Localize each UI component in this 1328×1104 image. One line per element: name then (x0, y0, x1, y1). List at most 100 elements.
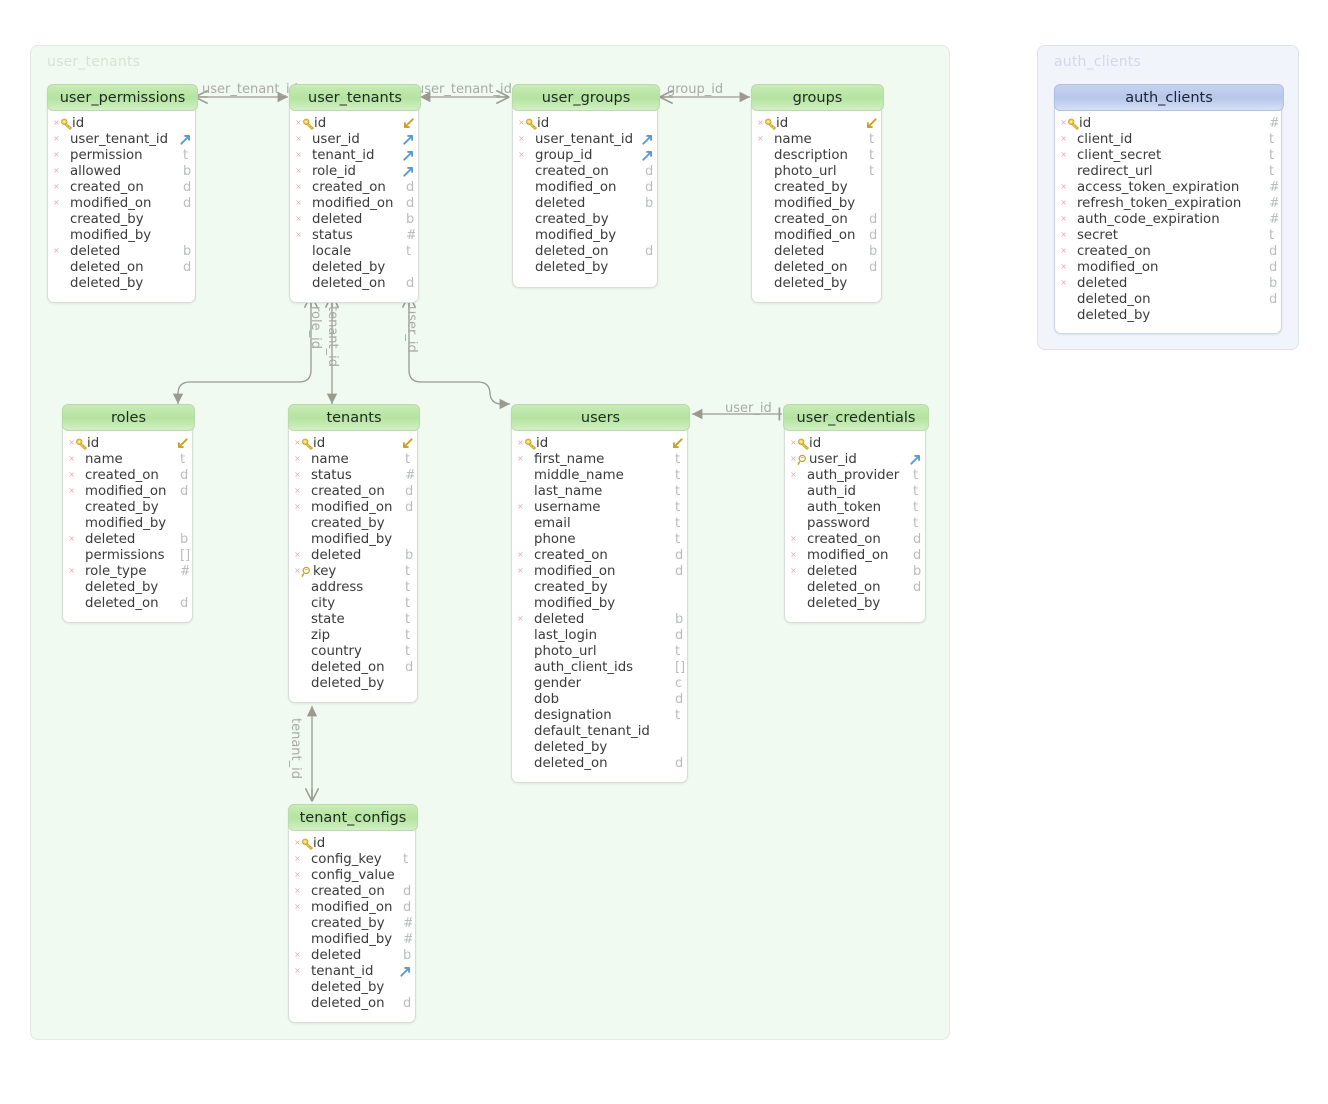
field-row: modified_on d (513, 180, 657, 196)
field-row: created_on d (513, 164, 657, 180)
field-type: d (869, 260, 878, 275)
field-row: city t (289, 596, 417, 612)
field-row: created_by (513, 212, 657, 228)
field-type: b (675, 612, 684, 627)
relation-label-user-tenants-tenants: tenant_id (325, 306, 340, 368)
required-marker-icon: × (757, 118, 764, 127)
foreign-key-icon (640, 148, 655, 163)
field-row: last_login d (512, 628, 687, 644)
field-row: × created_on d (289, 884, 415, 900)
field-row: × tenant_id (289, 964, 415, 980)
required-marker-icon: × (757, 134, 764, 143)
required-marker-icon: × (1060, 278, 1067, 287)
field-row: deleted_by (785, 596, 925, 612)
required-marker-icon: × (517, 454, 524, 463)
incoming-reference-icon (401, 116, 416, 131)
field-name: tenant_id (312, 148, 375, 163)
relation-label-user-tenants-users: user_id (404, 306, 419, 353)
field-type: d (403, 996, 412, 1011)
table-title-auth-clients: auth_clients (1054, 84, 1284, 111)
field-row: deleted_on d (63, 596, 192, 612)
incoming-reference-icon (175, 436, 190, 451)
field-type: # (180, 564, 189, 580)
table-users[interactable]: users × id × first_name t middle_name t last_na… (511, 404, 690, 783)
table-user-permissions[interactable]: user_permissions × id × user_tenant_id × perm… (47, 84, 198, 303)
relation-label-user-credentials-users: user_id (725, 401, 772, 416)
field-type: # (403, 932, 412, 948)
required-marker-icon: × (53, 166, 60, 175)
table-tenant-configs[interactable]: tenant_configs × id × config_key t × config_va… (288, 804, 418, 1023)
field-name: deleted_on (807, 580, 881, 595)
required-marker-icon: × (1060, 198, 1067, 207)
field-name: created_by (85, 500, 159, 515)
required-marker-icon: × (1060, 134, 1067, 143)
field-name: permission (70, 148, 143, 163)
field-name: modified_on (1077, 260, 1159, 275)
field-row: × id (513, 116, 657, 132)
field-row: default_tenant_id (512, 724, 687, 740)
table-roles[interactable]: roles × id × name t × created_on d × modified_on d… (62, 404, 195, 623)
table-title-groups: groups (751, 84, 884, 111)
table-fields-groups: × id × name t description t photo_url t created_b… (752, 112, 881, 299)
field-type: b (403, 948, 412, 963)
table-user-tenants[interactable]: user_tenants × id × user_id × tenant_id × role_… (289, 84, 421, 303)
field-name: photo_url (534, 644, 597, 659)
required-marker-icon: × (790, 566, 797, 575)
table-title-user-permissions: user_permissions (47, 84, 198, 111)
field-row: gender c (512, 676, 687, 692)
field-row: modified_by (63, 516, 192, 532)
field-row: deleted_by (63, 580, 192, 596)
table-tenants[interactable]: tenants ×id×namet×status#×created_ond×mo… (288, 404, 420, 703)
table-user-groups[interactable]: user_groups × id × user_tenant_id × group_id c… (512, 84, 660, 288)
field-name: auth_token (807, 500, 882, 515)
required-marker-icon: × (1060, 230, 1067, 239)
field-name: created_by (534, 580, 608, 595)
field-name: phone (534, 532, 576, 547)
table-auth-clients[interactable]: auth_clients ×id#×client_idt×client_secr… (1054, 84, 1284, 334)
table-title-user-tenants: user_tenants (289, 84, 421, 111)
foreign-key-icon (401, 164, 416, 179)
field-row: × modified_on d (289, 900, 415, 916)
required-marker-icon: × (294, 454, 301, 463)
field-row: deleted_on d (48, 260, 195, 276)
field-row: × auth_code_expiration # (1055, 212, 1281, 228)
field-name: modified_by (535, 228, 617, 243)
erd-canvas: user_tenants auth_clients user_tenant_id… (0, 0, 1328, 1104)
field-row: middle_name t (512, 468, 687, 484)
table-user-credentials[interactable]: user_credentials × id × user_id × auth_provid… (783, 404, 929, 623)
field-type: t (405, 612, 411, 627)
required-marker-icon: × (68, 534, 75, 543)
field-row: × role_id (290, 164, 418, 180)
field-type: t (1269, 164, 1275, 179)
field-type: t (675, 644, 681, 659)
field-type: d (1269, 260, 1278, 275)
field-row: × id (512, 436, 687, 452)
field-row: × modified_on d (512, 564, 687, 580)
field-name: created_on (312, 180, 386, 195)
field-row: photo_url t (752, 164, 881, 180)
field-type: t (405, 644, 411, 659)
required-marker-icon: × (68, 486, 75, 495)
field-name: modified_on (311, 500, 393, 515)
field-name: access_token_expiration (1077, 180, 1240, 195)
field-row: modified_by (48, 228, 195, 244)
field-name: modified_on (774, 228, 856, 243)
table-groups[interactable]: groups × id × name t description t photo_url t cr… (751, 84, 884, 303)
required-marker-icon: × (294, 838, 301, 847)
field-name: role_id (312, 164, 356, 179)
field-row: created_by (63, 500, 192, 516)
field-row: created_by (289, 516, 417, 532)
field-name: deleted (774, 244, 825, 259)
field-type: d (913, 580, 922, 595)
field-name: modified_by (311, 932, 393, 947)
field-row: × user_id (785, 452, 925, 468)
field-type: d (1269, 292, 1278, 307)
field-row: permissions [] (63, 548, 192, 564)
field-name: created_by (774, 180, 848, 195)
relation-label-user-tenants-roles: role_id (308, 306, 323, 349)
table-fields-user-groups: × id × user_tenant_id × group_id created_on d mo… (513, 112, 657, 283)
field-type: # (1269, 212, 1278, 228)
field-row: × modified_on d (1055, 260, 1281, 276)
field-name: created_on (85, 468, 159, 483)
field-row: × config_value (289, 868, 415, 884)
